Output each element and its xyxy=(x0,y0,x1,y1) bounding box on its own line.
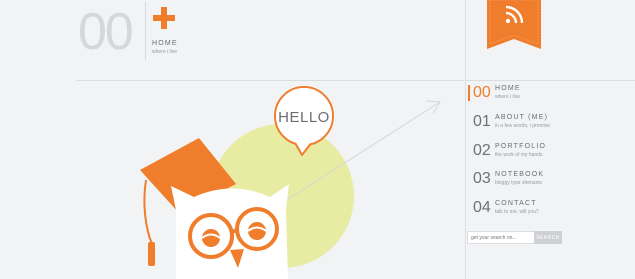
nav-item-subtitle: talk to me, will you? xyxy=(495,209,539,215)
nav-item-contact[interactable]: 04 CONTACT talk to me, will you? xyxy=(468,198,628,224)
nav-item-label: CONTACT xyxy=(495,200,537,207)
plus-icon[interactable] xyxy=(153,7,175,29)
nav-item-label: ABOUT (ME) xyxy=(495,114,549,121)
search-input[interactable] xyxy=(467,231,537,244)
nav-item-about[interactable]: 01 ABOUT (ME) in a few words, i promise xyxy=(468,112,628,138)
nav-item-number: 02 xyxy=(473,142,491,159)
nav-item-notebook[interactable]: 03 NOTEBOOK bloggy type shenanis xyxy=(468,169,628,195)
nav-item-subtitle: bloggy type shenanis xyxy=(495,180,542,186)
header-subtitle: where i live xyxy=(152,49,178,55)
nav-item-portfolio[interactable]: 02 PORTFOLIO the work of my hands xyxy=(468,141,628,167)
nav-item-number: 00 xyxy=(473,84,491,101)
nav-item-subtitle: where i live xyxy=(495,94,521,100)
nav-item-label: PORTFOLIO xyxy=(495,143,547,150)
nav-item-number: 03 xyxy=(473,170,491,187)
header-title: HOME xyxy=(152,40,178,47)
header-page-number: 00 xyxy=(78,3,134,61)
nav-item-number: 04 xyxy=(473,199,491,216)
active-indicator xyxy=(468,85,470,101)
sidebar-rule xyxy=(466,80,635,81)
sidebar-divider xyxy=(465,0,466,279)
search-button[interactable]: SEARCH xyxy=(534,231,562,244)
tassel-string xyxy=(143,179,153,245)
nav-item-subtitle: the work of my hands xyxy=(495,152,543,158)
glasses-bridge xyxy=(230,228,239,234)
nav-item-label: HOME xyxy=(495,85,521,92)
nav-item-label: NOTEBOOK xyxy=(495,171,545,178)
nav-item-home[interactable]: 00 HOME where i live xyxy=(468,83,628,109)
rss-icon[interactable] xyxy=(487,0,541,49)
nav-item-subtitle: in a few words, i promise xyxy=(495,123,551,129)
divider-rule xyxy=(76,80,464,81)
page: HELLO 00 HOME where i live 00 HOME where… xyxy=(0,0,635,279)
header-divider xyxy=(145,2,146,60)
tassel xyxy=(148,242,155,266)
speech-bubble-text: HELLO xyxy=(278,109,330,126)
nav-item-number: 01 xyxy=(473,113,491,130)
